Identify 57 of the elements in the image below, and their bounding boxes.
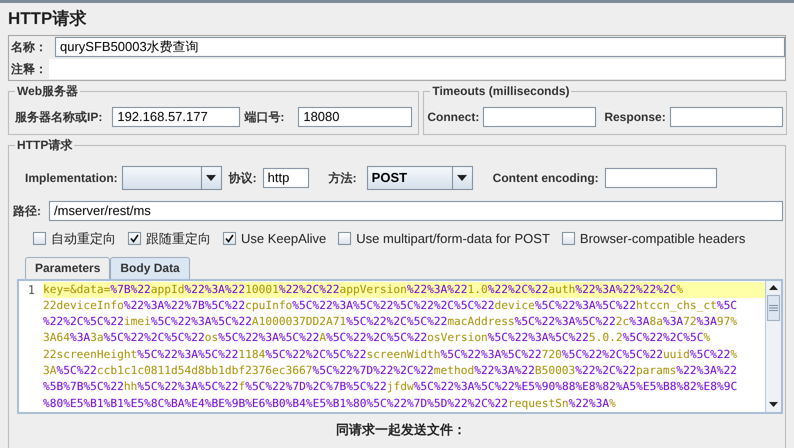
server-field[interactable]: 192.168.57.177 [112, 107, 240, 127]
grip-icon [769, 304, 778, 310]
path-field[interactable]: /mserver/rest/ms [49, 201, 783, 221]
checkbox-label: 跟随重定向 [146, 230, 211, 248]
response-field[interactable] [670, 107, 783, 127]
checkbox-label: Browser-compatible headers [580, 230, 746, 248]
field-label: Implementation: [25, 170, 118, 187]
checkbox[interactable] [338, 232, 352, 246]
field-label: 端口号: [244, 109, 284, 126]
checkbox-label: Use multipart/form-data for POST [356, 230, 550, 248]
code-line: %5B%7B%5C%22hh%5C%22%3A%5C%22f%5C%22%7D%2C%7B%5C%22jfdw%5C%22%3A%5C%22%E5%90%88%E8%82%A5%E5%B8%82%E8%9C [43, 379, 738, 396]
connect-field[interactable] [483, 107, 596, 127]
code-line: 22deviceInfo%22%3A%22%7B%5C%22cpuInfo%5C%22%3A%5C%22%5C%22%2C%5C%22device%5C%22%3A%5C%22htccn_chs_ct%5C [43, 298, 738, 314]
checkbox-label: Use KeepAlive [241, 230, 326, 248]
line-number: 1 [26, 282, 36, 298]
field-label: Content encoding: [492, 170, 599, 187]
field-label: 注释： [11, 61, 47, 78]
checkbox[interactable] [128, 232, 141, 246]
code-line: 22screenHeight%5C%22%3A%5C%221184%5C%22%2C%5C%22screenWidth%5C%22%3A%5C%22720%5C%22%2C%5C%22uuid%5C%22% [43, 346, 738, 363]
down-arrow-icon [769, 402, 778, 407]
checkbox-label: 自动重定向 [51, 230, 116, 248]
name-field[interactable]: qurySFB50003水费查询 [55, 37, 785, 57]
tab[interactable]: Body Data [110, 256, 190, 278]
field-label: Connect: [427, 109, 480, 126]
checkbox[interactable] [33, 232, 46, 246]
comments-field[interactable] [49, 59, 785, 79]
caret-icon [457, 175, 468, 181]
code-line: 3A%5C%22ccb1c1c0811d54d8bb1dbf2376ec3667%5C%22%7D%22%2C%22method%22%3A%22B50003%22%2C%22params%22%3A%22 [43, 362, 738, 379]
scrollbar[interactable] [765, 280, 781, 412]
field-label: 服务器名称或IP: [15, 109, 102, 126]
field-label: 名称： [11, 39, 47, 56]
field-label: Response: [604, 109, 666, 126]
group-title: HTTP请求 [15, 137, 74, 153]
code-line: 3A64%3A3a%5C%22%2C%5C%22os%5C%22%3A%5C%22A%5C%22%2C%5C%22osVersion%5C%22%3A%5C%225.0.2%5C%22%2C%5C% [43, 330, 710, 346]
code-line: %22%2C%5C%22imei%5C%22%3A%5C%22A1000037DD2A71%5C%22%2C%5C%22macAddress%5C%22%3A%5C%222c%3A8a%3A72%3A97% [43, 314, 738, 330]
group-title: Web服务器 [15, 83, 80, 99]
dropdown[interactable]: POST [366, 166, 473, 190]
encoding-field[interactable] [604, 168, 717, 188]
up-arrow-icon [769, 285, 778, 290]
section-label: 同请求一起发送文件： [336, 420, 466, 438]
protocol-field[interactable]: http [262, 168, 309, 188]
checkbox[interactable] [562, 232, 575, 246]
field-label: 路径: [13, 203, 41, 220]
group-title: Timeouts (milliseconds) [430, 83, 572, 99]
field-label: 方法: [328, 170, 357, 187]
checkbox[interactable] [223, 232, 236, 246]
scroll-thumb[interactable] [767, 294, 780, 320]
tab[interactable]: Parameters [25, 256, 110, 278]
check-icon [130, 234, 139, 244]
dropdown[interactable] [122, 166, 222, 190]
check-icon [225, 234, 234, 244]
window-title: HTTP请求 [8, 9, 86, 29]
port-field[interactable]: 18080 [298, 107, 412, 127]
field-label: 协议: [228, 170, 257, 187]
code-line: %80%E5%B1%B1%E5%8C%BA%E4%BE%9B%E6%B0%B4%E5%B1%80%5C%22%7D%5D%22%2C%22requestSn%22%3A% [43, 396, 616, 412]
body-editor[interactable] [17, 278, 783, 414]
caret-icon [206, 175, 216, 181]
